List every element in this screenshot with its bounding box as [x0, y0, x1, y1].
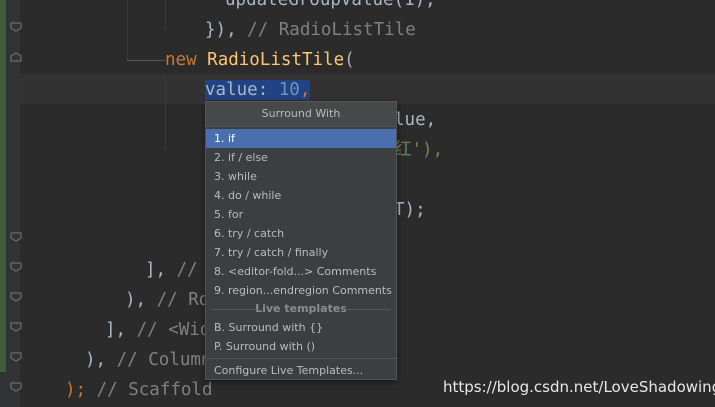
code-line: T);	[394, 195, 426, 225]
code-token: // <Wid	[136, 320, 211, 340]
popup-item-surround-parens[interactable]: P. Surround with ()	[206, 337, 396, 356]
code-token: //	[176, 260, 198, 280]
popup-item-do-while[interactable]: 4. do / while	[206, 186, 396, 205]
code-token: // Scaffold	[86, 380, 213, 400]
code-line: updateGroupValue(1);	[225, 0, 436, 15]
popup-item-surround-braces[interactable]: B. Surround with {}	[206, 318, 396, 337]
code-token: lue,	[394, 110, 437, 130]
code-token: ),	[125, 290, 157, 310]
code-line: ), // Ro	[125, 285, 209, 315]
code-token: );	[65, 380, 87, 400]
code-token: RadioListTile	[207, 50, 345, 70]
code-token: value	[205, 80, 258, 100]
code-token: // Column	[116, 350, 212, 370]
surround-with-popup: Surround With 1. if 2. if / else 3. whil…	[205, 101, 397, 380]
code-line: lue,	[394, 105, 436, 135]
code-line: ], //	[145, 255, 198, 285]
code-token: updateGroupValue(1);	[225, 0, 436, 10]
code-token: (	[344, 50, 355, 70]
code-line: 红'),	[394, 135, 443, 165]
popup-item-if-else[interactable]: 2. if / else	[206, 148, 396, 167]
popup-item-editor-fold-comments[interactable]: 8. <editor-fold...> Comments	[206, 262, 396, 281]
popup-item-region-comments[interactable]: 9. region...endregion Comments	[206, 281, 396, 300]
code-token: ),	[85, 350, 117, 370]
code-token: ],	[105, 320, 137, 340]
change-marker-strip	[0, 0, 6, 372]
editor-gutter	[0, 0, 22, 407]
code-line: ), // Column	[85, 345, 211, 375]
code-line: ], // <Wid	[105, 315, 210, 345]
code-token: new	[165, 50, 208, 70]
code-token: 10	[278, 80, 300, 100]
watermark-text: https://blog.csdn.net/LoveShadowing	[443, 378, 715, 396]
popup-item-try-catch-finally[interactable]: 7. try / catch / finally	[206, 243, 396, 262]
code-token: }),	[205, 20, 248, 40]
popup-item-while[interactable]: 3. while	[206, 167, 396, 186]
code-token: ],	[145, 260, 177, 280]
code-token: :	[257, 80, 279, 100]
configure-live-templates-link[interactable]: Configure Live Templates...	[206, 361, 396, 381]
popup-divider	[206, 358, 396, 359]
code-token: ,	[299, 80, 311, 100]
code-token: T);	[394, 200, 426, 220]
popup-title: Surround With	[206, 102, 396, 127]
popup-item-try-catch[interactable]: 6. try / catch	[206, 224, 396, 243]
code-line: }), // RadioListTile	[205, 15, 416, 45]
code-token: 红'),	[394, 140, 444, 160]
code-line: new RadioListTile(	[165, 45, 355, 75]
code-token: // Ro	[156, 290, 210, 310]
live-templates-header: Live templates	[206, 300, 396, 318]
code-token: // RadioListTile	[247, 20, 416, 40]
code-line: ); // Scaffold	[65, 375, 213, 405]
popup-item-for[interactable]: 5. for	[206, 205, 396, 224]
popup-item-if[interactable]: 1. if	[206, 129, 396, 148]
